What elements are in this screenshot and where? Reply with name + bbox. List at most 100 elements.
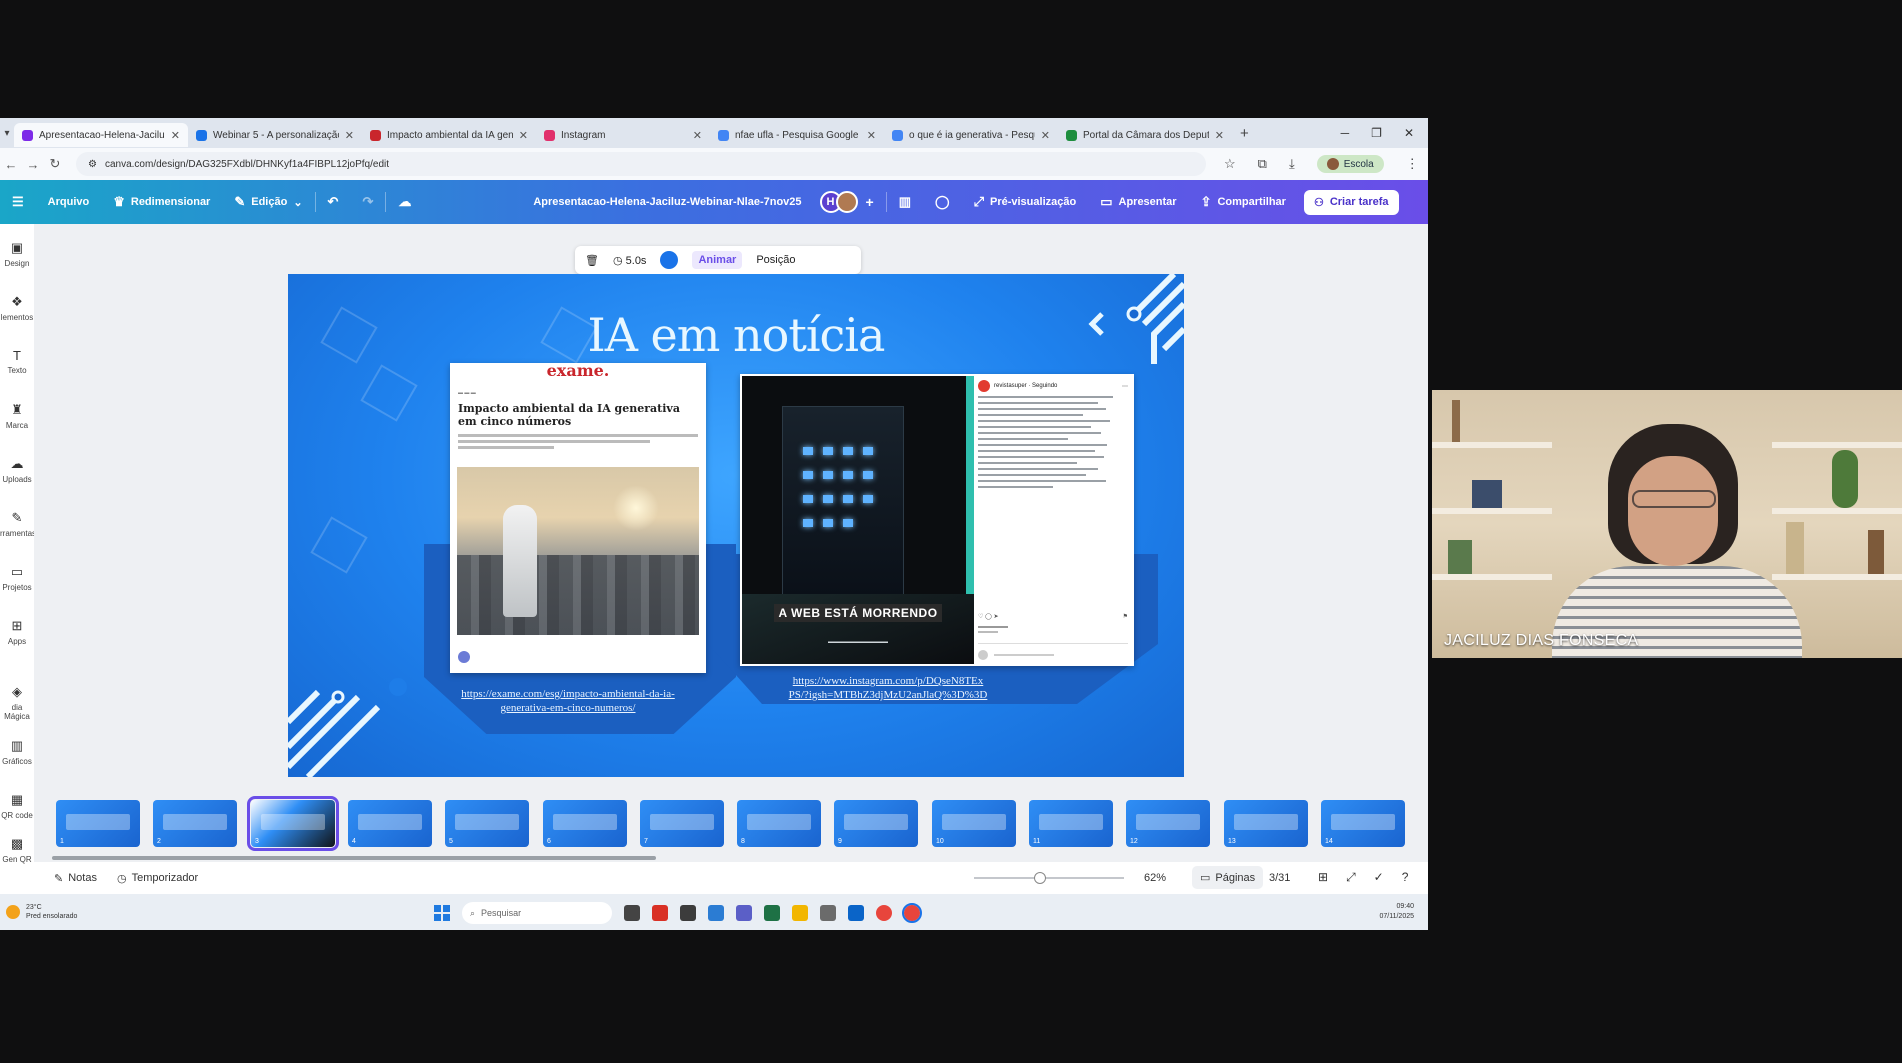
redo-icon[interactable]: ↷ [350,194,385,210]
animate-button[interactable]: Animar [692,251,743,269]
page-thumbnail[interactable]: 9 [834,800,918,847]
sidebar-item-magic-media[interactable]: ◈ dia Mágica [0,684,34,721]
pages-button[interactable]: ▭ Páginas [1192,866,1264,889]
sidebar-item-design[interactable]: ▣ Design [0,240,34,268]
timer-button[interactable]: ◷ Temporizador [117,872,198,885]
calculator-icon[interactable] [820,905,836,921]
page-thumbnail[interactable]: 10 [932,800,1016,847]
reload-icon[interactable]: ↻ [44,156,66,172]
sidebar-item-gen-qr[interactable]: ▩ Gen QR [0,836,34,864]
slide-canvas[interactable]: IA em notícia exame. ▬ ▬ ▬ Impacto ambie… [288,274,1184,777]
sidebar-item-projects[interactable]: ▭ Projetos [0,564,34,592]
new-tab-plus-icon[interactable]: + [1232,125,1257,142]
fullscreen-icon[interactable]: ⤢ [1346,870,1356,885]
file-explorer-icon[interactable] [792,905,808,921]
resize-button[interactable]: ♛ Redimensionar [101,194,222,210]
browser-tab[interactable]: Instagram ✕ [536,123,710,147]
sidebar-item-brand[interactable]: ♜ Marca [0,402,34,430]
slide-title[interactable]: IA em notícia [288,308,1184,362]
browser-tab[interactable]: o que é ia generativa - Pesqui ✕ [884,123,1058,147]
browser-tab[interactable]: Webinar 5 - A personalização d ✕ [188,123,362,147]
comment-icon[interactable]: ◯ [923,194,962,210]
weather-widget[interactable]: 23°C Pred ensolarado [6,903,77,921]
present-button[interactable]: ▭ Apresentar [1088,194,1188,210]
sidebar-item-uploads[interactable]: ☁ Uploads [0,456,34,484]
close-icon[interactable]: ✕ [171,129,180,142]
task-view-icon[interactable] [624,905,640,921]
browser-tab[interactable]: Impacto ambiental da IA gene ✕ [362,123,536,147]
taskbar-search[interactable]: ⌕ Pesquisar [462,902,612,924]
page-thumbnail[interactable]: 11 [1029,800,1113,847]
exame-link[interactable]: https://exame.com/esg/impacto-ambiental-… [438,687,698,715]
close-icon[interactable]: ✕ [867,129,876,142]
acrobat-icon[interactable] [652,905,668,921]
preview-button[interactable]: ⤢ Pré-visualização [962,194,1089,210]
back-arrow-icon[interactable]: ← [0,157,22,172]
forward-arrow-icon[interactable]: → [22,157,44,172]
kebab-menu-icon[interactable]: ⋮ [1406,156,1419,172]
duration-button[interactable]: ◷ 5.0s [613,254,646,267]
close-window-icon[interactable]: ✕ [1404,126,1414,140]
scrollbar-thumb[interactable] [52,856,656,860]
zoom-slider[interactable] [974,872,1124,884]
close-icon[interactable]: ✕ [693,129,702,142]
hamburger-menu-icon[interactable]: ☰ [0,194,36,210]
zoom-value[interactable]: 62% [1144,872,1166,884]
browser-tab[interactable]: Portal da Câmara dos Deputad ✕ [1058,123,1232,147]
excel-icon[interactable] [764,905,780,921]
insights-chart-icon[interactable]: ▥ [887,194,923,210]
minimize-icon[interactable]: ─ [1341,126,1350,140]
url-field[interactable]: ⚙ canva.com/design/DAG325FXdbl/DHNKyf1a4… [76,152,1206,176]
extensions-icon[interactable]: ⧉ [1258,156,1267,172]
thumbnail-scrollbar[interactable] [52,856,1412,860]
download-icon[interactable]: ⤓ [1289,156,1295,172]
check-icon[interactable]: ✓ [1374,870,1384,885]
star-icon[interactable]: ☆ [1224,156,1236,172]
share-button[interactable]: ⇪ Compartilhar [1189,194,1298,210]
zoom-slider-knob[interactable] [1034,872,1046,884]
add-collaborator-plus-icon[interactable]: + [866,194,874,210]
page-thumbnail[interactable]: 12 [1126,800,1210,847]
position-button[interactable]: Posição [756,254,795,266]
browser-tab[interactable]: nfae ufla - Pesquisa Google ✕ [710,123,884,147]
close-icon[interactable]: ✕ [1041,129,1050,142]
restore-icon[interactable]: ❐ [1371,126,1382,140]
sidebar-item-text[interactable]: T Texto [0,348,34,375]
close-icon[interactable]: ✕ [519,129,528,142]
edit-mode-button[interactable]: ✎ Edição ⌄ [222,194,314,210]
undo-icon[interactable]: ↶ [316,194,351,210]
page-thumbnail[interactable]: 3 [247,796,339,851]
create-task-button[interactable]: ⚇ Criar tarefa [1303,189,1399,215]
cloud-save-icon[interactable]: ☁ [386,194,423,210]
exame-article-image[interactable]: exame. ▬ ▬ ▬ Impacto ambiental da IA gen… [450,361,706,673]
taskbar-clock[interactable]: 09:40 07/11/2025 [1379,902,1414,922]
clipboard-app-icon[interactable] [736,905,752,921]
instagram-link[interactable]: https://www.instagram.com/p/DQseN8TEx PS… [768,674,1008,702]
chrome-active-icon[interactable] [902,903,922,923]
instagram-post-image[interactable]: A WEB ESTÁ MORRENDO ▬▬▬▬▬▬▬▬▬▬▬▬ revista… [740,374,1134,666]
page-thumbnail[interactable]: 6 [543,800,627,847]
sidebar-item-elements[interactable]: ❖ lementos [0,294,34,322]
notes-button[interactable]: ✎ Notas [54,872,97,885]
sidebar-item-tools[interactable]: ✎ rramentas [0,510,36,538]
outlook-icon[interactable] [848,905,864,921]
close-icon[interactable]: ✕ [345,129,354,142]
page-thumbnail[interactable]: 5 [445,800,529,847]
page-thumbnail[interactable]: 2 [153,800,237,847]
page-thumbnail[interactable]: 4 [348,800,432,847]
sidebar-item-apps[interactable]: ⊞ Apps [0,618,34,646]
page-thumbnail[interactable]: 13 [1224,800,1308,847]
page-thumbnail[interactable]: 1 [56,800,140,847]
page-thumbnail[interactable]: 8 [737,800,821,847]
help-icon[interactable]: ? [1402,870,1409,885]
chrome-icon[interactable] [876,905,892,921]
sidebar-item-charts[interactable]: ▥ Gráficos [0,738,34,766]
trash-icon[interactable]: 🗑 [585,254,599,267]
grid-view-icon[interactable]: ⊞ [1318,870,1328,885]
profile-button[interactable]: Escola [1316,155,1384,173]
todo-check-icon[interactable] [708,905,724,921]
collaborators[interactable]: H + [802,191,886,213]
background-color-swatch[interactable] [660,251,679,269]
document-title[interactable]: Apresentacao-Helena-Jaciluz-Webinar-Nlae… [533,196,801,208]
sidebar-item-qr-code[interactable]: ▦ QR code [0,792,34,820]
